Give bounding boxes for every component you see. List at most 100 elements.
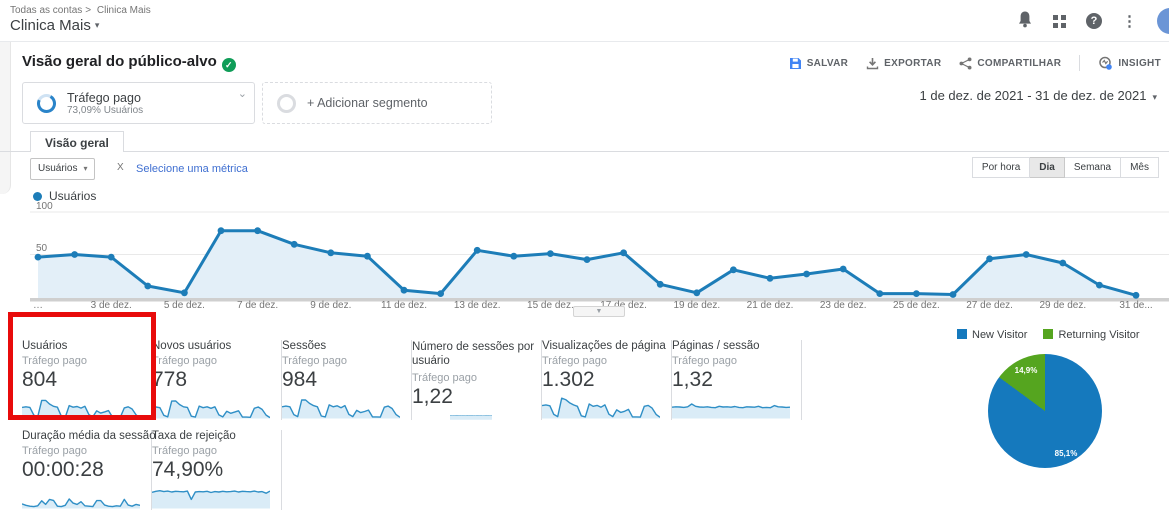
granularity-hourly-button[interactable]: Por hora [971, 157, 1031, 178]
avatar[interactable] [1157, 8, 1169, 34]
sparkline [22, 399, 140, 419]
sparkline [542, 397, 660, 419]
card-usuarios[interactable]: Usuários Tráfego pago 804 [22, 340, 152, 420]
legend-item-new-visitor: New Visitor [957, 329, 1027, 341]
segment-name: Tráfego pago [67, 91, 141, 105]
x-axis-tick: 13 de dez. [453, 300, 501, 311]
chevron-down-icon[interactable]: ⌄ [238, 87, 247, 100]
help-icon[interactable]: ? [1086, 13, 1102, 29]
users-line-chart[interactable] [0, 205, 1169, 305]
x-axis-tick: 9 de dez. [310, 300, 352, 311]
apps-grid-icon[interactable] [1053, 14, 1066, 28]
granularity-month-button[interactable]: Mês [1121, 157, 1159, 178]
x-axis-tick: 29 de dez. [1039, 300, 1087, 311]
card-novos-usuarios[interactable]: Novos usuários Tráfego pago 778 [152, 340, 282, 420]
save-icon [789, 57, 801, 69]
share-icon [959, 57, 972, 69]
card-title: Novos usuários [152, 340, 232, 352]
card-sessoes[interactable]: Sessões Tráfego pago 984 [282, 340, 412, 420]
pie-slice-label: 85,1% [1054, 449, 1078, 458]
remove-metric-button[interactable]: X [117, 162, 124, 173]
card-taxa-rejeicao[interactable]: Taxa de rejeição Tráfego pago 74,90% [152, 430, 282, 510]
sparkline [152, 400, 270, 419]
insights-icon [1099, 56, 1113, 70]
card-visualizacoes[interactable]: Visualizações de página Tráfego pago 1.3… [542, 340, 672, 420]
overflow-menu-icon[interactable]: ⋮ [1122, 12, 1137, 30]
card-value: 804 [22, 368, 58, 391]
tab-visao-geral[interactable]: Visão geral [30, 131, 124, 152]
legend-swatch-icon [1043, 329, 1054, 339]
x-axis-tick: 21 de dez. [746, 300, 794, 311]
notifications-bell-icon[interactable] [1017, 10, 1033, 33]
add-segment-chip[interactable]: + Adicionar segmento [262, 82, 492, 124]
card-segment: Tráfego pago [672, 355, 738, 367]
collapse-chart-icon[interactable]: ▼ [573, 306, 625, 317]
card-value: 00:00:28 [22, 458, 104, 481]
x-axis-tick: 31 de... [1119, 300, 1153, 311]
card-paginas-sessao[interactable]: Páginas / sessão Tráfego pago 1,32 [672, 340, 802, 420]
legend-item-returning-visitor: Returning Visitor [1043, 329, 1140, 341]
account-selector[interactable]: Clinica Mais ▾ [10, 17, 99, 34]
card-title: Taxa de rejeição [152, 430, 236, 442]
account-name: Clinica Mais [10, 17, 91, 34]
insights-button[interactable]: INSIGHT [1098, 56, 1161, 70]
x-axis-tick: 3 de dez. [90, 300, 132, 311]
card-value: 1,32 [672, 368, 713, 391]
save-button[interactable]: SALVAR [789, 57, 848, 70]
card-value: 74,90% [152, 458, 224, 481]
card-title: Número de sessões por usuário [412, 341, 535, 368]
ga-audience-overview-screen: Todas as contas > Clinica Mais Clinica Ma… [0, 0, 1169, 510]
select-metric-link[interactable]: Selecione uma métrica [136, 163, 248, 175]
granularity-day-button[interactable]: Dia [1030, 157, 1065, 178]
page-title: Visão geral do público-alvo ✓ [22, 53, 236, 72]
pie-slice-label: 14,9% [1014, 366, 1038, 375]
tab-bar: Visão geral [0, 131, 1169, 152]
sparkline [22, 498, 140, 509]
chevron-down-icon: ▾ [94, 20, 100, 30]
legend-dot-icon [33, 192, 42, 201]
chevron-down-icon: ▾ [1152, 92, 1157, 102]
card-sessoes-por-usuario[interactable]: Número de sessões por usuário Tráfego pa… [412, 340, 542, 420]
x-axis-tick: 7 de dez. [237, 300, 279, 311]
card-segment: Tráfego pago [152, 445, 218, 457]
card-title: Sessões [282, 340, 327, 352]
granularity-week-button[interactable]: Semana [1064, 157, 1122, 178]
card-title: Visualizações de página [542, 340, 666, 352]
verified-badge-icon: ✓ [221, 58, 236, 72]
metric-cards-row-2: Duração média da sessão Tráfego pago 00:… [22, 430, 282, 510]
download-icon [866, 57, 879, 69]
add-segment-label: + Adicionar segmento [307, 96, 428, 110]
sparkline [152, 489, 270, 509]
breadcrumb-all-accounts[interactable]: Todas as contas [10, 5, 82, 16]
date-range-picker[interactable]: 1 de dez. de 2021 - 31 de dez. de 2021 ▾ [920, 88, 1158, 103]
card-segment: Tráfego pago [152, 355, 218, 367]
x-axis-tick: 11 de dez. [381, 300, 427, 311]
x-axis-tick: 25 de dez. [893, 300, 940, 311]
add-segment-ring-icon [277, 94, 296, 113]
divider [1079, 55, 1081, 71]
card-segment: Tráfego pago [412, 371, 478, 384]
card-duracao-media[interactable]: Duração média da sessão Tráfego pago 00:… [22, 430, 156, 510]
segment-chip-trafego-pago[interactable]: Tráfego pago 73,09% Usuários ⌄ [22, 82, 255, 124]
x-axis-tick: 27 de dez. [966, 300, 1013, 311]
metric-selected: Usuários [38, 163, 78, 174]
card-segment: Tráfego pago [22, 355, 88, 367]
breadcrumb: Todas as contas > Clinica Mais [10, 5, 154, 16]
card-segment: Tráfego pago [542, 355, 608, 367]
card-value: 1.302 [542, 368, 595, 391]
card-value: 984 [282, 368, 318, 391]
x-axis-tick: 5 de dez. [163, 300, 205, 311]
chevron-down-icon: ▾ [83, 164, 88, 173]
metric-dropdown[interactable]: Usuários ▾ [30, 158, 96, 180]
card-title: Usuários [22, 340, 68, 352]
report-actions: SALVAR EXPORTAR COMPARTILHAR INSIGHT [789, 55, 1161, 71]
y-axis-tick: 100 [36, 201, 53, 212]
segment-detail: 73,09% Usuários [67, 105, 144, 116]
pie-legend: New Visitor Returning Visitor [957, 329, 1140, 341]
x-axis-tick: … [33, 300, 43, 311]
breadcrumb-account[interactable]: Clinica Mais [97, 5, 151, 16]
share-button[interactable]: COMPARTILHAR [959, 57, 1061, 70]
card-value: 1,22 [412, 384, 453, 408]
export-button[interactable]: EXPORTAR [866, 57, 941, 70]
segment-donut-icon [37, 94, 56, 113]
